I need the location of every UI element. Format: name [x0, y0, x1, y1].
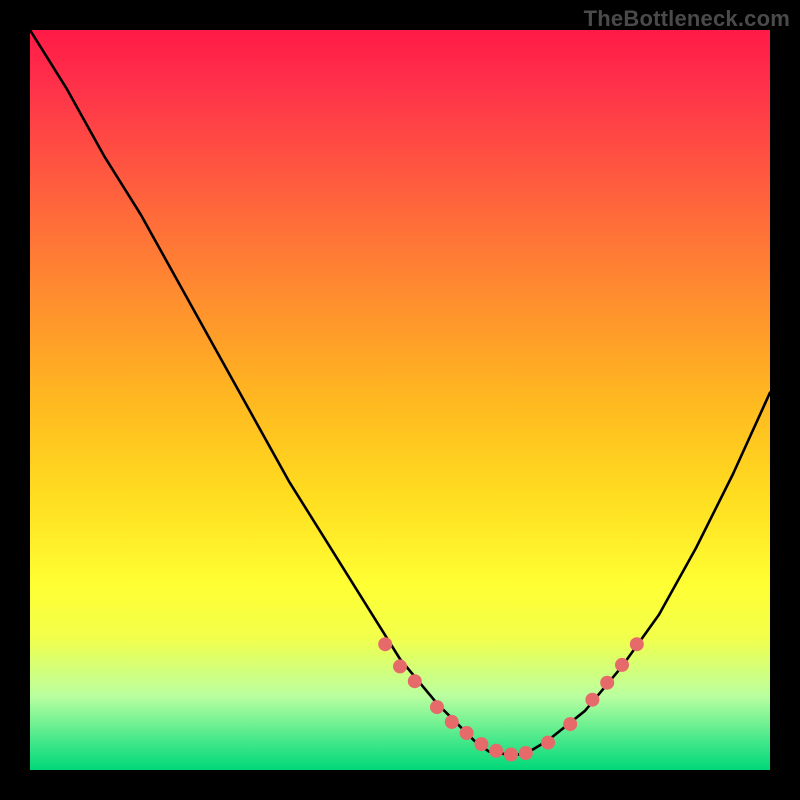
- highlight-dot: [445, 715, 459, 729]
- highlight-dot: [430, 700, 444, 714]
- highlight-dot: [378, 637, 392, 651]
- highlight-dot: [600, 676, 614, 690]
- highlight-dot: [489, 744, 503, 758]
- highlight-dot: [585, 693, 599, 707]
- highlight-dot: [474, 737, 488, 751]
- watermark-text: TheBottleneck.com: [584, 6, 790, 32]
- highlight-dot: [460, 726, 474, 740]
- chart-container: TheBottleneck.com: [0, 0, 800, 800]
- highlight-dot: [541, 736, 555, 750]
- plot-area: [30, 30, 770, 770]
- highlight-dot: [563, 717, 577, 731]
- bottleneck-curve: [30, 30, 770, 755]
- highlight-dot: [393, 659, 407, 673]
- highlight-dot: [504, 748, 518, 762]
- curve-layer: [30, 30, 770, 755]
- highlight-dots: [378, 637, 644, 761]
- highlight-dot: [408, 674, 422, 688]
- highlight-dot: [630, 637, 644, 651]
- highlight-dot: [615, 658, 629, 672]
- chart-svg: [30, 30, 770, 770]
- highlight-dot: [519, 746, 533, 760]
